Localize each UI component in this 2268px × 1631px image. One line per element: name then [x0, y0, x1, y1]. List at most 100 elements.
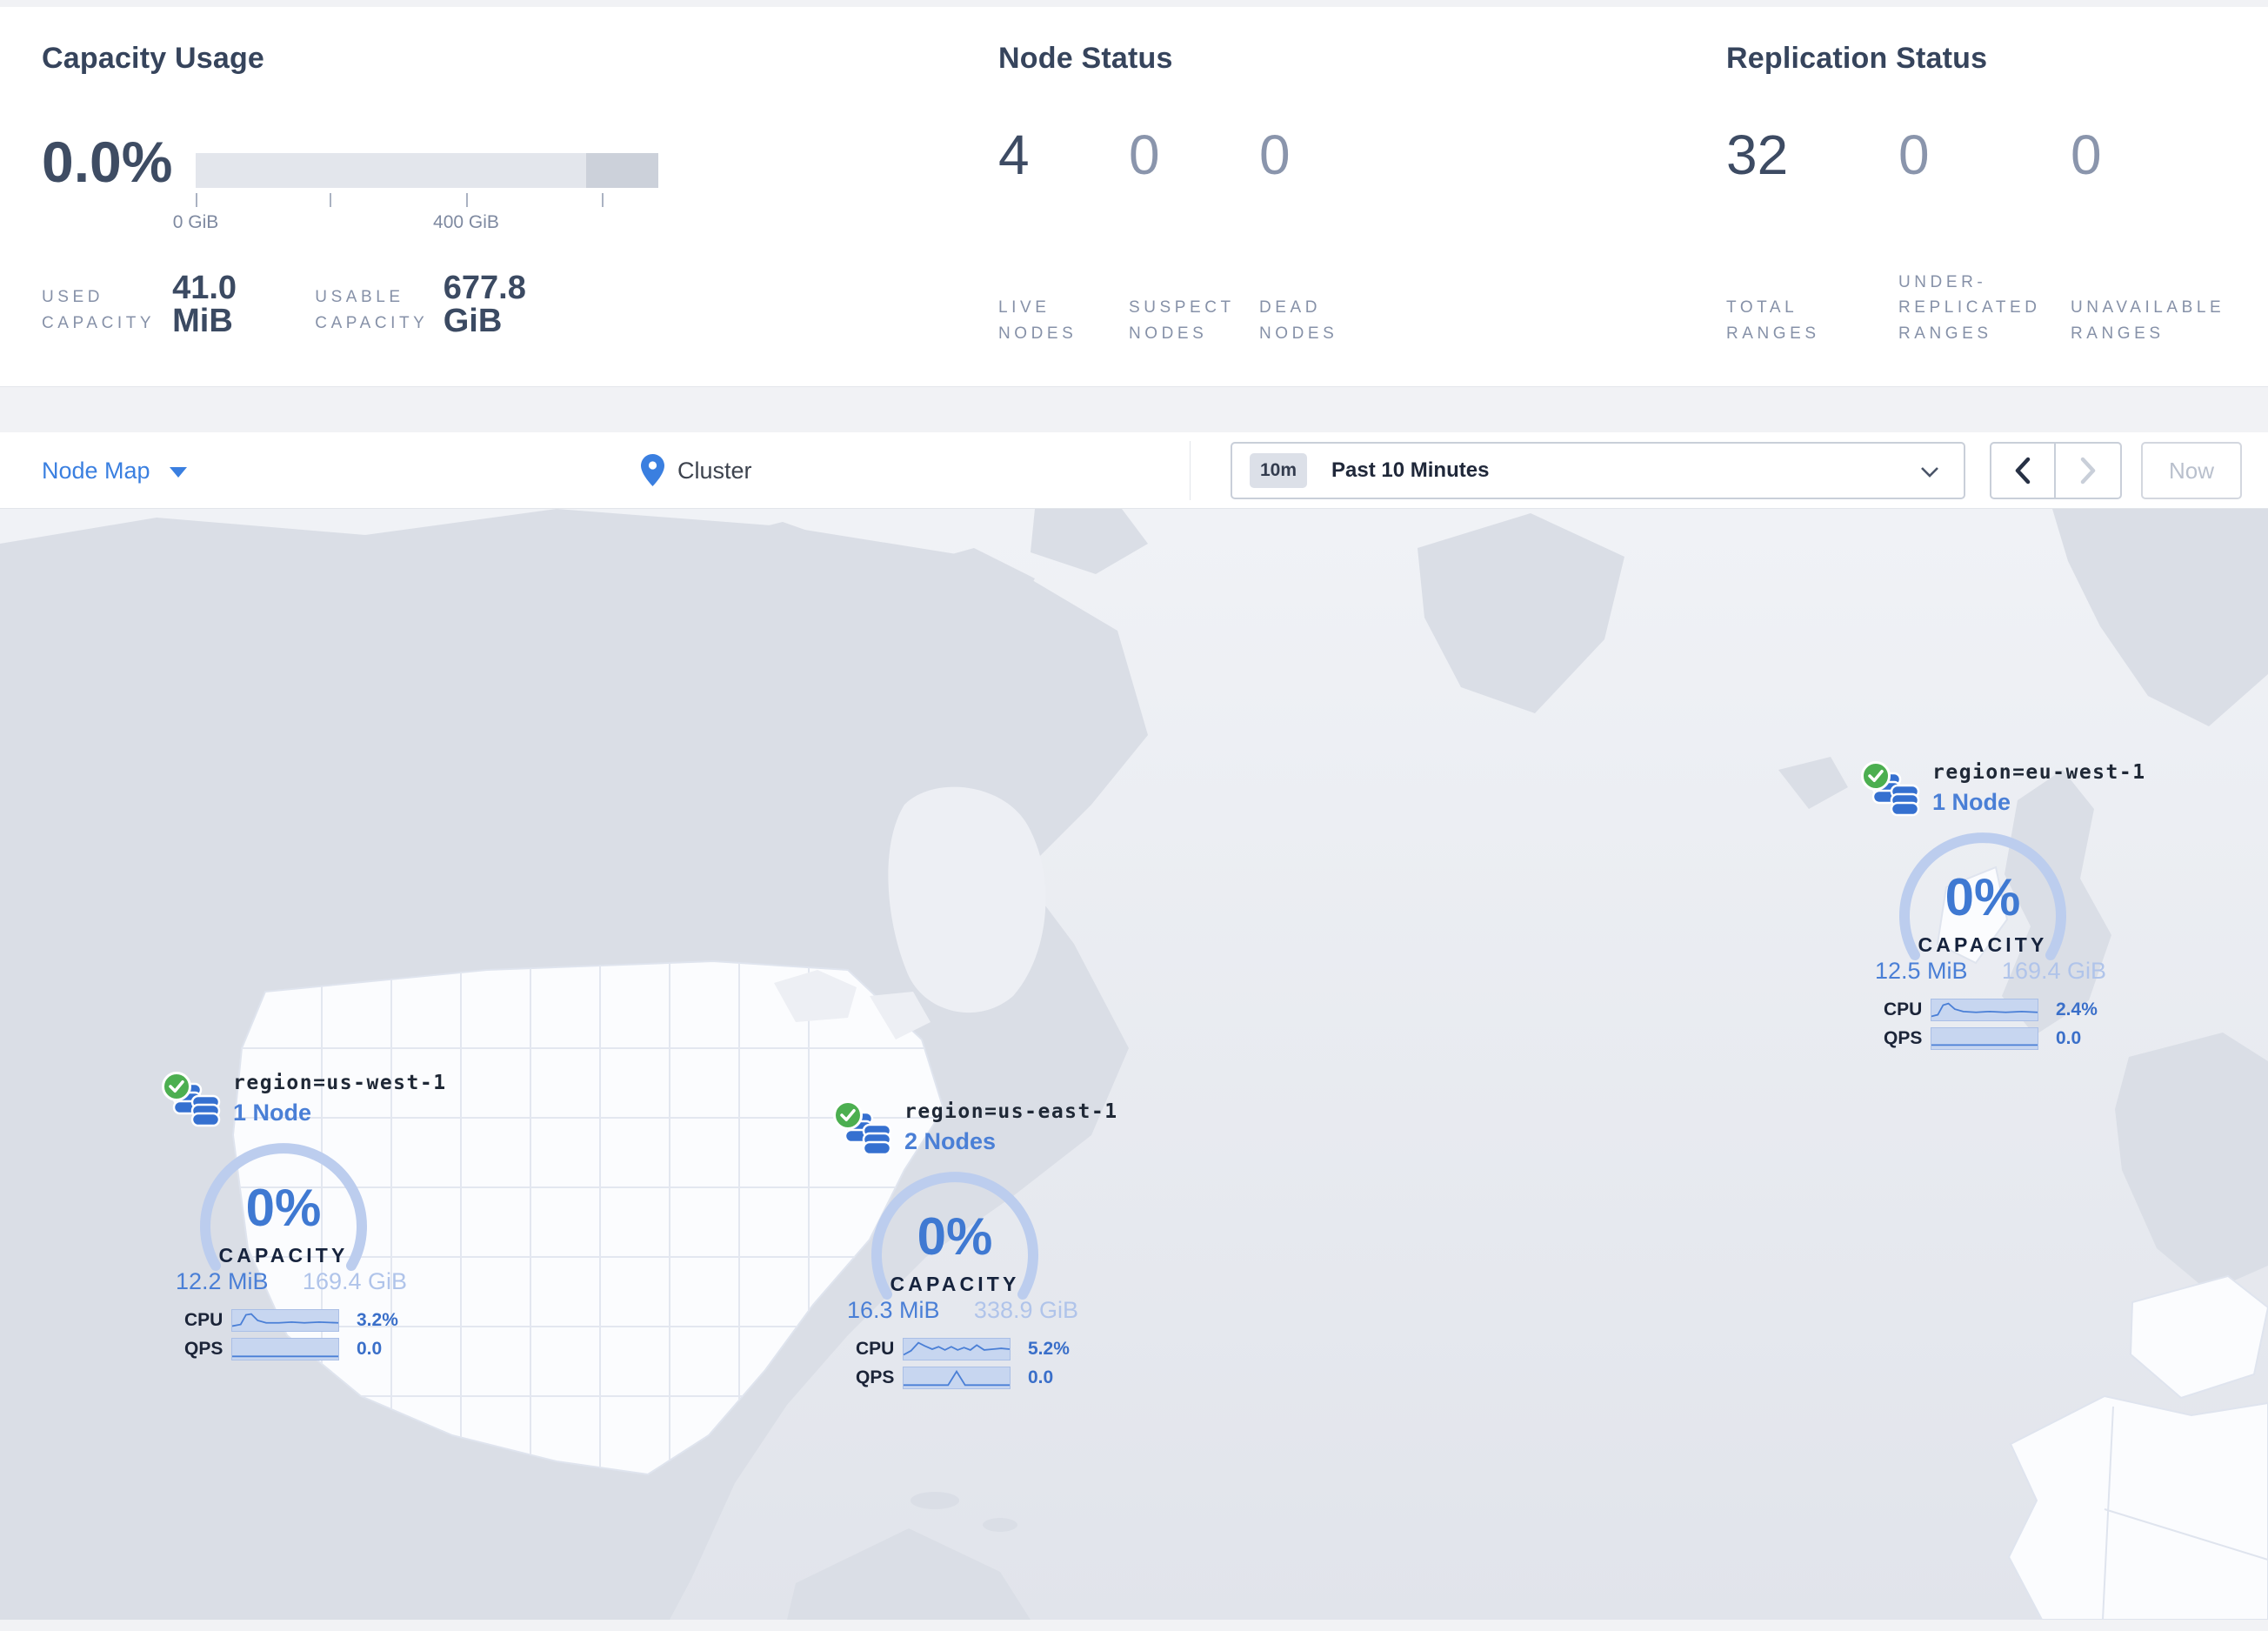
chevron-down-icon	[169, 467, 187, 478]
qps-sparkline	[231, 1337, 339, 1360]
marker-header: region=us-west-1 1 Node	[162, 1072, 445, 1140]
dead-nodes-label: DEAD NODES	[1259, 298, 1338, 343]
view-selector-label: Node Map	[42, 457, 150, 484]
toolbar-divider	[1190, 441, 1191, 500]
capacity-usage-title: Capacity Usage	[42, 42, 265, 75]
axis-tick	[330, 193, 331, 207]
region-name: region=us-west-1	[233, 1072, 447, 1094]
marker-metrics: CPU 3.2% QPS 0.0	[184, 1306, 419, 1363]
used-capacity-label: USED CAPACITY	[42, 288, 156, 332]
axis-tick-label: 0 GiB	[172, 212, 219, 232]
cpu-label: CPU	[856, 1338, 895, 1359]
dead-nodes-stat: 0 DEAD NODES	[1259, 127, 1390, 346]
suspect-nodes-value: 0	[1129, 124, 1160, 186]
live-nodes-stat: 4 LIVE NODES	[998, 127, 1129, 346]
capacity-percent: 0%	[245, 1179, 322, 1237]
cpu-sparkline	[903, 1337, 1011, 1360]
node-count-link[interactable]: 2 Nodes	[904, 1128, 1118, 1155]
map-toolbar: Node Map Cluster 10m Past 10 Minutes Now	[0, 432, 2268, 509]
cpu-value: 2.4%	[2056, 999, 2098, 1019]
qps-value: 0.0	[357, 1338, 383, 1359]
usable-capacity-label: USABLE CAPACITY	[315, 288, 429, 332]
unavailable-ranges-stat: 0 UNAVAILABLE RANGES	[2071, 127, 2243, 346]
summary-panel: Capacity Usage 0.0% 0 GiB 400 GiB USED C…	[0, 7, 2268, 387]
capacity-usage-section: Capacity Usage 0.0% 0 GiB 400 GiB USED C…	[42, 42, 658, 338]
capacity-bar: 0 GiB 400 GiB	[173, 153, 658, 237]
unavailable-ranges-value: 0	[2071, 124, 2102, 186]
capacity-bar-track	[196, 153, 658, 188]
region-name: region=eu-west-1	[1932, 761, 2146, 784]
node-count-link[interactable]: 1 Node	[1932, 789, 2146, 816]
node-status-title: Node Status	[998, 42, 1173, 75]
time-range-badge: 10m	[1250, 453, 1308, 488]
cpu-value: 3.2%	[357, 1309, 398, 1330]
node-count-link[interactable]: 1 Node	[233, 1100, 447, 1126]
marker-header: region=us-east-1 2 Nodes	[833, 1100, 1117, 1168]
node-status-section: Node Status 4 LIVE NODES 0 SUSPECT NODES 0	[998, 42, 1334, 343]
qps-label: QPS	[856, 1367, 895, 1387]
region-marker-us-east-1[interactable]: region=us-east-1 2 Nodes 0% CAPACITY 16.…	[833, 1100, 1117, 1392]
capacity-axis	[196, 193, 658, 212]
axis-tick	[602, 193, 604, 207]
region-marker-eu-west-1[interactable]: region=eu-west-1 1 Node 0% CAPACITY 12.5…	[1861, 761, 2145, 1053]
capacity-percent: 0%	[1944, 868, 2021, 926]
healthy-check-icon	[162, 1072, 191, 1101]
under-replicated-label: UNDER- REPLICATED RANGES	[1898, 272, 2041, 343]
unavailable-ranges-label: UNAVAILABLE RANGES	[2071, 298, 2225, 343]
capacity-label: CAPACITY	[1918, 933, 2048, 956]
qps-value: 0.0	[2056, 1027, 2082, 1048]
total-ranges-label: TOTAL RANGES	[1726, 298, 1820, 343]
cpu-sparkline	[1931, 998, 2038, 1021]
caribbean-island	[911, 1492, 959, 1509]
qps-value: 0.0	[1028, 1367, 1054, 1387]
qps-sparkline	[1931, 1026, 2038, 1050]
step-back-button[interactable]	[1991, 444, 2056, 498]
time-range-label: Past 10 Minutes	[1331, 458, 1490, 482]
under-replicated-value: 0	[1898, 124, 1930, 186]
node-map: region=us-west-1 1 Node 0% CAPACITY 12.2…	[0, 509, 2268, 1620]
region-marker-us-west-1[interactable]: region=us-west-1 1 Node 0% CAPACITY 12.2…	[162, 1072, 445, 1363]
replication-status-section: Replication Status 32 TOTAL RANGES 0 UNDE…	[1726, 42, 2221, 343]
qps-label: QPS	[184, 1338, 223, 1359]
marker-metrics: CPU 5.2% QPS 0.0	[856, 1334, 1091, 1392]
live-nodes-label: LIVE NODES	[998, 298, 1077, 343]
view-selector-dropdown[interactable]: Node Map	[42, 432, 187, 509]
breadcrumb[interactable]: Cluster	[641, 432, 752, 509]
breadcrumb-label: Cluster	[677, 457, 752, 484]
cpu-metric-row: CPU 5.2%	[856, 1334, 1091, 1363]
capacity-percent: 0.0%	[42, 130, 173, 194]
capacity-gauge: 0% CAPACITY	[833, 1170, 1077, 1302]
page-bottom-strip	[0, 1620, 2268, 1631]
usable-capacity-value: 677.8 GiB	[443, 270, 526, 339]
cpu-value: 5.2%	[1028, 1338, 1070, 1359]
time-range-selector[interactable]: 10m Past 10 Minutes	[1231, 442, 1965, 499]
qps-metric-row: QPS 0.0	[856, 1363, 1091, 1392]
suspect-nodes-label: SUSPECT NODES	[1129, 298, 1235, 343]
landmass-north-africa	[2007, 1394, 2268, 1620]
cpu-label: CPU	[1884, 999, 1923, 1019]
total-ranges-stat: 32 TOTAL RANGES	[1726, 127, 1898, 346]
step-forward-button[interactable]	[2056, 444, 2120, 498]
healthy-check-icon	[1861, 761, 1891, 791]
world-map	[0, 509, 2268, 1620]
qps-label: QPS	[1884, 1027, 1923, 1048]
axis-tick-label: 400 GiB	[433, 212, 499, 232]
cpu-metric-row: CPU 3.2%	[184, 1306, 419, 1334]
capacity-axis-labels: 0 GiB 400 GiB	[173, 212, 658, 237]
marker-metrics: CPU 2.4% QPS 0.0	[1884, 995, 2118, 1053]
cpu-metric-row: CPU 2.4%	[1884, 995, 2118, 1024]
axis-tick	[466, 193, 468, 207]
capacity-gauge: 0% CAPACITY	[162, 1141, 405, 1273]
map-pin-icon	[641, 454, 664, 486]
chevron-left-icon	[2015, 457, 2031, 485]
dead-nodes-value: 0	[1259, 124, 1291, 186]
marker-header: region=eu-west-1 1 Node	[1861, 761, 2145, 829]
live-nodes-value: 4	[998, 124, 1030, 186]
cluster-overview-page: Capacity Usage 0.0% 0 GiB 400 GiB USED C…	[0, 0, 2268, 1631]
now-button[interactable]: Now	[2141, 442, 2242, 499]
qps-metric-row: QPS 0.0	[1884, 1024, 2118, 1053]
capacity-label: CAPACITY	[890, 1273, 1020, 1295]
axis-tick	[196, 193, 197, 207]
total-ranges-value: 32	[1726, 124, 1789, 186]
replication-status-title: Replication Status	[1726, 42, 1988, 75]
